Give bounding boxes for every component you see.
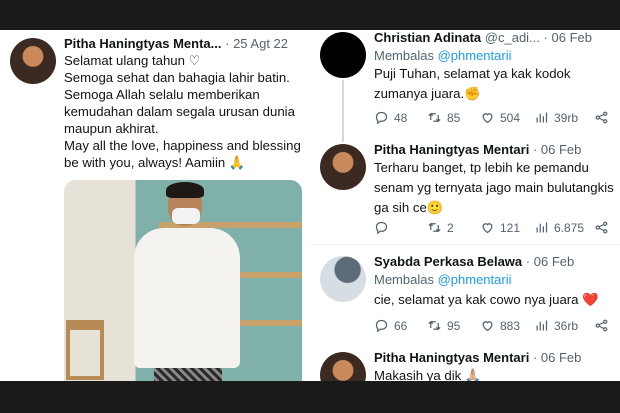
views-count: 36rb — [554, 318, 579, 333]
heart-icon — [482, 321, 493, 332]
views-icon — [536, 320, 548, 331]
author-name[interactable]: Pitha Haningtyas Mentari — [374, 142, 529, 157]
share-icon — [595, 111, 608, 124]
author-handle[interactable]: @c_adi... — [485, 30, 540, 45]
reply-header: Christian Adinata @c_adi... · 06 Feb — [374, 30, 614, 45]
replying-to-label: Membalas — [374, 272, 434, 287]
heart-icon — [482, 113, 493, 124]
reply-icon — [375, 111, 388, 125]
replying-to-label: Membalas — [374, 48, 434, 63]
divider — [310, 244, 620, 245]
share-button[interactable] — [594, 318, 609, 333]
top-black-bar — [0, 0, 620, 30]
tweet-text: Selamat ulang tahun ♡ Semoga sehat dan b… — [64, 52, 304, 171]
replying-to-handle[interactable]: @phmentarii — [438, 48, 512, 63]
thread-line — [342, 80, 344, 142]
avatar[interactable] — [10, 38, 56, 84]
author-name[interactable]: Pitha Haningtyas Menta — [64, 36, 211, 51]
avatar[interactable] — [320, 144, 366, 190]
tweet-text-content: Selamat ulang tahun ♡ Semoga sehat dan b… — [64, 53, 301, 170]
reply-item[interactable]: Pitha Haningtyas Mentari · 06 Feb Terhar… — [310, 142, 620, 242]
views-icon — [536, 112, 548, 123]
replying-to: Membalas @phmentarii — [374, 48, 512, 63]
retweet-icon — [428, 222, 441, 233]
author-name[interactable]: Christian Adinata — [374, 30, 481, 45]
avatar[interactable] — [320, 352, 366, 381]
reply-count: 66 — [394, 318, 408, 333]
separator-dot: · — [532, 350, 538, 365]
share-icon — [595, 319, 608, 332]
reply-date[interactable]: 06 Feb — [541, 142, 581, 157]
separator-dot: · — [225, 36, 230, 51]
author-truncation: ... — [210, 36, 222, 51]
reply-date[interactable]: 06 Feb — [534, 254, 574, 269]
views-button[interactable]: 6.875 — [534, 220, 584, 235]
retweet-button[interactable]: 95 — [427, 318, 460, 333]
share-button[interactable] — [594, 220, 609, 235]
views-button[interactable]: 39rb — [534, 110, 578, 125]
views-button[interactable]: 36rb — [534, 318, 578, 333]
reply-button[interactable]: 48 — [374, 110, 407, 125]
tweet-date[interactable]: 25 Agt 22 — [233, 36, 288, 51]
tweet-photo[interactable] — [64, 180, 302, 381]
like-button[interactable]: 504 — [480, 110, 520, 125]
reply-count: 48 — [394, 110, 408, 125]
action-bar: 48 85 504 39rb — [374, 110, 610, 126]
tweet-header: Pitha Haningtyas Menta... · 25 Agt 22 — [64, 36, 304, 51]
reply-button[interactable] — [374, 220, 394, 235]
reply-header: Pitha Haningtyas Mentari · 06 Feb — [374, 350, 614, 365]
replies-panel: Christian Adinata @c_adi... · 06 Feb Mem… — [310, 30, 620, 381]
like-button[interactable]: 121 — [480, 220, 520, 235]
reply-header: Syabda Perkasa Belawa · 06 Feb — [374, 254, 614, 269]
retweet-count: 85 — [447, 110, 461, 125]
replying-to-handle[interactable]: @phmentarii — [438, 272, 512, 287]
heart-icon — [482, 223, 493, 234]
photo-person-pants — [154, 368, 222, 381]
separator-dot: · — [532, 142, 538, 157]
share-icon — [595, 221, 608, 234]
author-name[interactable]: Syabda Perkasa Belawa — [374, 254, 522, 269]
reply-icon — [375, 319, 388, 333]
replying-to: Membalas @phmentarii — [374, 272, 512, 287]
reply-item[interactable]: Christian Adinata @c_adi... · 06 Feb Mem… — [310, 30, 620, 135]
reply-date[interactable]: 06 Feb — [541, 350, 581, 365]
author-name[interactable]: Pitha Haningtyas Mentari — [374, 350, 529, 365]
like-count: 121 — [500, 220, 521, 235]
views-count: 39rb — [554, 110, 579, 125]
reply-text: Puji Tuhan, selamat ya kak kodok zumanya… — [374, 66, 571, 101]
reply-date[interactable]: 06 Feb — [552, 30, 592, 45]
share-button[interactable] — [594, 110, 609, 125]
retweet-button[interactable]: 2 — [427, 220, 454, 235]
like-button[interactable]: 883 — [480, 318, 520, 333]
views-icon — [536, 222, 548, 233]
reply-button[interactable]: 66 — [374, 318, 407, 333]
retweet-count: 95 — [447, 318, 461, 333]
bottom-black-bar — [0, 381, 620, 413]
retweet-count: 2 — [447, 220, 454, 235]
action-bar: 66 95 883 36rb — [374, 318, 610, 334]
reply-header: Pitha Haningtyas Mentari · 06 Feb — [374, 142, 614, 157]
photo-person-hair — [166, 182, 204, 198]
avatar[interactable] — [320, 32, 366, 78]
reply-text: cie, selamat ya kak cowo nya juara ❤️ — [374, 292, 599, 307]
reply-icon — [375, 221, 388, 235]
retweet-icon — [428, 112, 441, 123]
photo-person-mask — [172, 208, 200, 224]
reply-text: Terharu banget, tp lebih ke pemandu sena… — [374, 160, 614, 215]
like-count: 883 — [500, 318, 521, 333]
reply-text: Makasih ya dik 🙏🏼 — [374, 368, 482, 381]
photo-person-shirt — [134, 228, 240, 368]
action-bar: 2 121 6.875 — [374, 220, 610, 236]
retweet-icon — [428, 320, 441, 331]
views-count: 6.875 — [554, 220, 585, 235]
photo-chair — [66, 320, 104, 380]
separator-dot: · — [525, 254, 531, 269]
like-count: 504 — [500, 110, 521, 125]
avatar[interactable] — [320, 256, 366, 302]
reply-item[interactable]: Pitha Haningtyas Mentari · 06 Feb Makasi… — [310, 350, 620, 381]
separator-dot: · — [543, 30, 548, 45]
retweet-button[interactable]: 85 — [427, 110, 460, 125]
reply-item[interactable]: Syabda Perkasa Belawa · 06 Feb Membalas … — [310, 254, 620, 354]
main-tweet[interactable]: Pitha Haningtyas Menta... · 25 Agt 22 Se… — [0, 30, 310, 381]
